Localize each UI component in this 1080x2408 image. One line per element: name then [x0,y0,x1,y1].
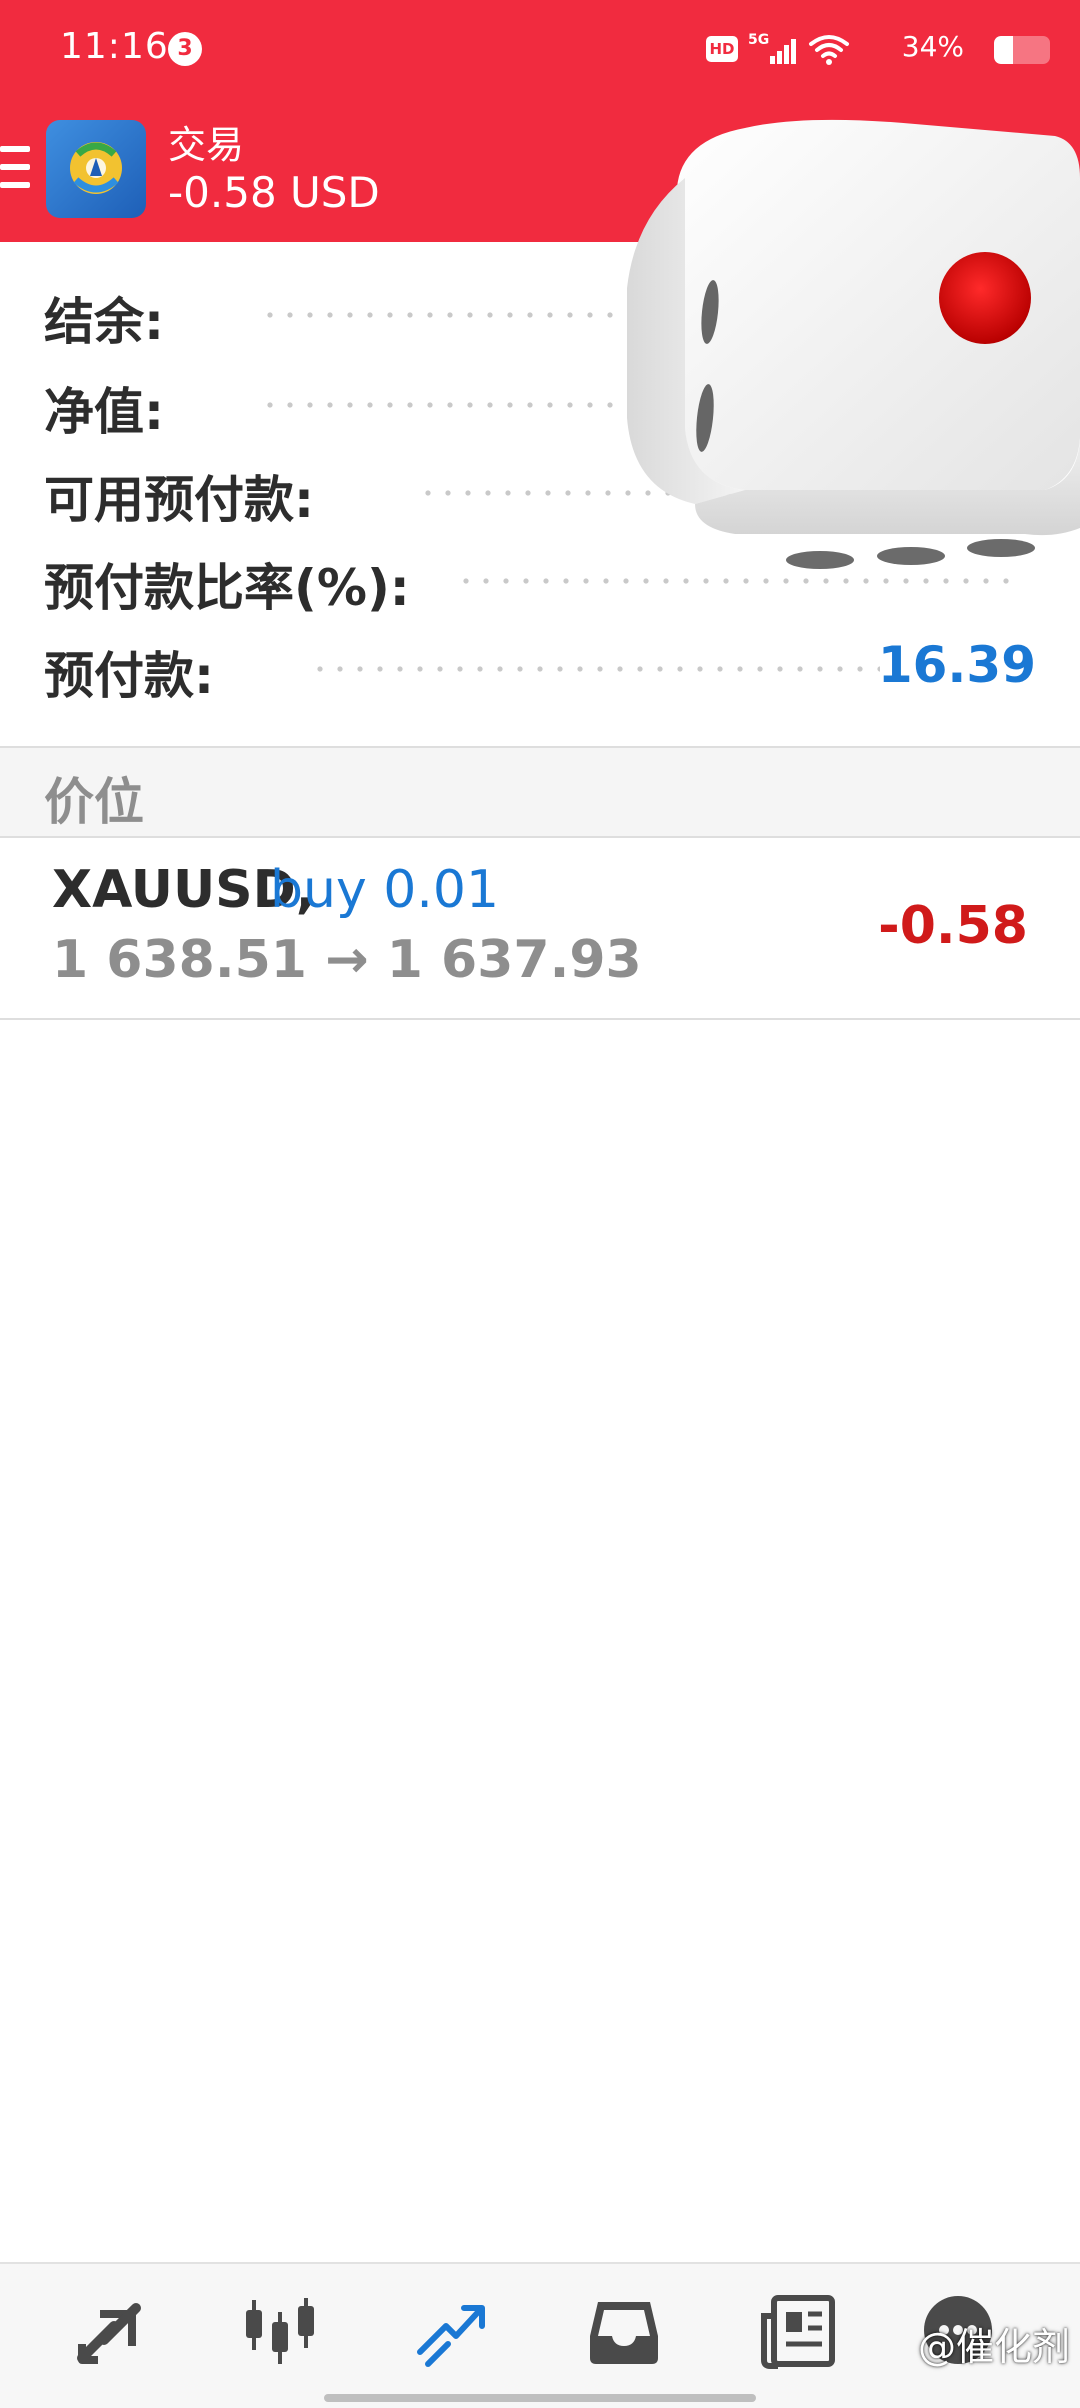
battery-percent: 34% [901,30,964,63]
balance-label: 结余: [44,293,164,351]
home-indicator[interactable] [324,2394,756,2402]
metatrader-logo-icon [70,142,122,194]
current-price: 1 637.93 [386,930,642,990]
notification-badge: 3 [168,32,202,66]
open-price: 1 638.51 [52,930,307,990]
toolbar-title: 交易 [168,123,245,167]
divider [0,1018,1080,1020]
margin-label: 预付款: [44,647,214,705]
news-icon [761,2295,835,2369]
nav-quotes[interactable] [70,2292,150,2372]
cellular-signal-icon: 5G [748,32,796,64]
position-row[interactable]: XAUUSD, buy 0.01 1 638.51 → 1 637.93 -0.… [0,838,1080,1018]
status-indicators: HD 5G 34% [630,26,1050,74]
status-bar: 11:16 3 HD 5G 34% [0,0,1080,98]
free-margin-label: 可用预付款: [44,471,314,529]
menu-icon[interactable] [0,146,32,192]
nav-trade[interactable] [412,2292,492,2372]
chart-icon [246,2298,314,2364]
watermark: @催化剂 [917,2325,1070,2369]
battery-icon [994,36,1050,64]
battery-level [994,36,1014,64]
floating-profit: -0.58 USD [168,168,380,217]
dotted-leader [310,666,880,672]
equity-label: 净值: [44,383,164,441]
trade-icon [417,2305,485,2367]
nav-chart[interactable] [240,2292,320,2372]
position-profit: -0.58 [878,896,1028,956]
dice-sticker-icon [627,119,1080,569]
wifi-icon [809,35,849,65]
price-arrow-icon: → [325,930,369,990]
status-time: 11:16 [60,26,169,67]
nav-news[interactable] [758,2292,838,2372]
position-side: buy 0.01 [270,860,500,920]
positions-section-header: 价位 [0,748,1080,836]
app-logo [46,120,146,218]
quotes-icon [77,2303,141,2364]
position-prices: 1 638.51 → 1 637.93 [52,930,642,990]
history-icon [590,2302,658,2364]
margin-level-label: 预付款比率(%): [44,559,410,617]
nav-history[interactable] [584,2292,664,2372]
svg-text:5G: 5G [748,32,769,48]
hd-voice-icon: HD [706,36,738,62]
section-title: 价位 [44,773,144,831]
